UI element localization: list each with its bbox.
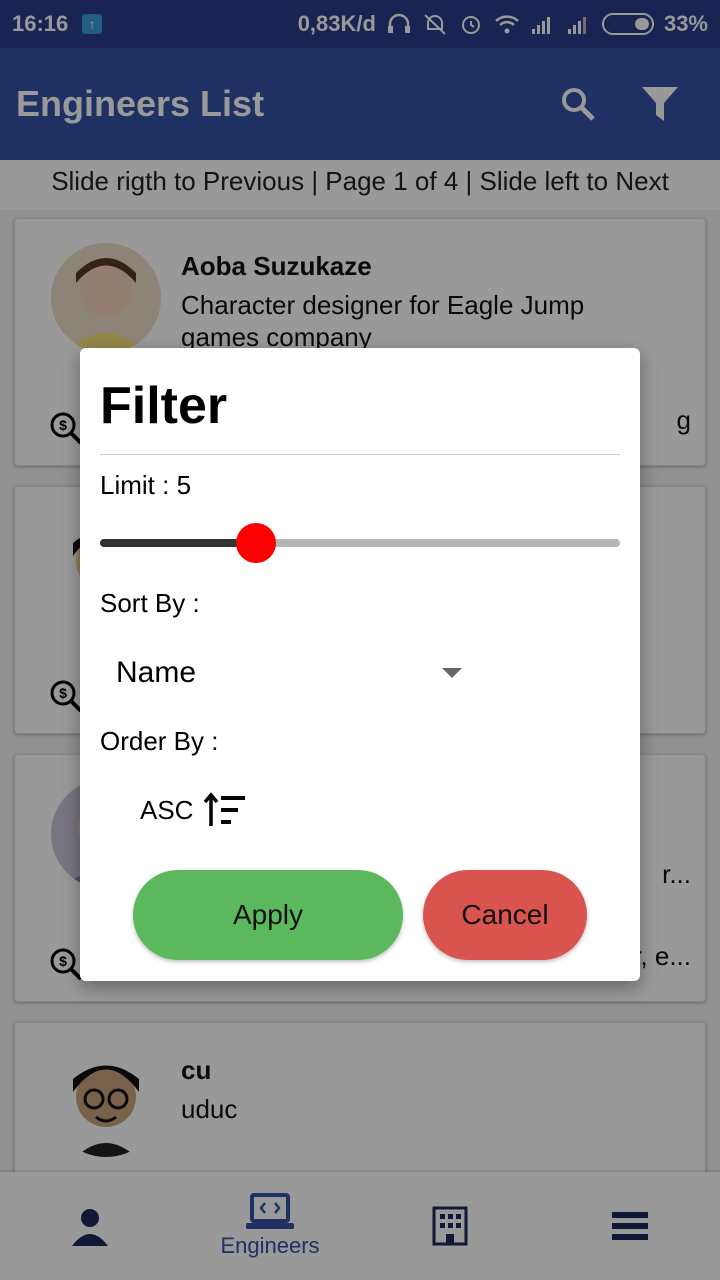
order-toggle[interactable]: ASC (140, 792, 247, 828)
sort-ascending-icon (204, 792, 246, 826)
limit-slider-fill (100, 539, 256, 547)
limit-slider-thumb[interactable] (236, 523, 276, 563)
order-value: ASC (140, 794, 194, 825)
apply-button[interactable]: Apply (133, 870, 403, 960)
title-divider (100, 454, 620, 455)
cancel-button[interactable]: Cancel (423, 870, 587, 960)
sort-by-value: Name (116, 656, 197, 689)
sort-by-dropdown[interactable]: Name (100, 638, 470, 708)
order-by-label: Order By : (100, 726, 219, 756)
dialog-title: Filter (100, 377, 228, 435)
dropdown-arrow-icon (442, 668, 462, 678)
limit-slider[interactable] (100, 539, 620, 547)
sort-by-label: Sort By : (100, 588, 200, 618)
limit-label: Limit : 5 (100, 470, 192, 500)
filter-dialog: Filter Limit : 5 Sort By : Name Order By… (80, 348, 640, 981)
